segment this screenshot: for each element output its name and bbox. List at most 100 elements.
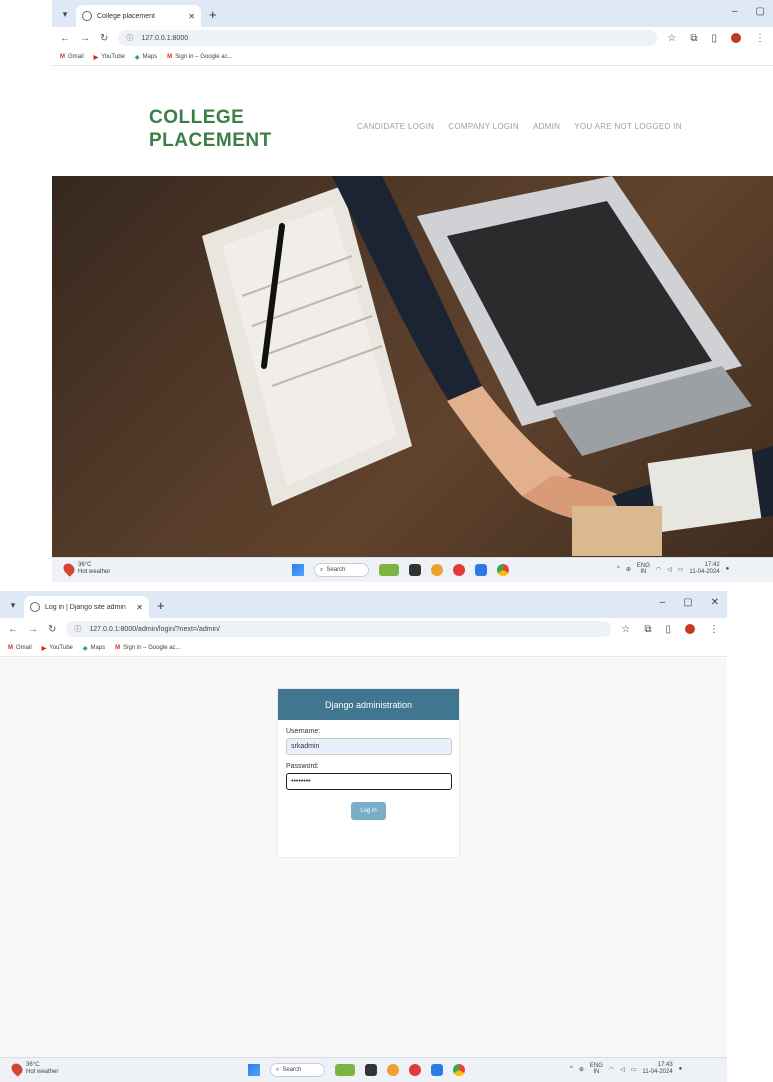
maximize-button[interactable]: ▢ bbox=[756, 6, 765, 17]
forward-icon[interactable]: → bbox=[80, 33, 90, 44]
windows-start-icon[interactable] bbox=[292, 564, 304, 576]
username-input[interactable]: srkadmin bbox=[286, 738, 452, 755]
notification-icon[interactable]: ● bbox=[726, 566, 730, 572]
weather-widget[interactable]: 36°C Hot weather bbox=[61, 561, 111, 577]
vscode-icon[interactable] bbox=[431, 1064, 443, 1076]
vscode-icon[interactable] bbox=[475, 564, 487, 576]
maximize-button[interactable]: ▢ bbox=[683, 597, 692, 608]
site-info-icon[interactable]: ⓘ bbox=[126, 33, 133, 43]
chrome-icon[interactable] bbox=[497, 564, 509, 576]
login-body: Username: srkadmin Password: •••••••• Lo… bbox=[278, 720, 459, 828]
tab-bar: ▾ College placement ✕ + – ▢ bbox=[52, 0, 773, 27]
bookmark-google-signin[interactable]: M Sign in – Google ac... bbox=[115, 645, 180, 651]
weather-widget[interactable]: 36°C Hot weather bbox=[9, 1061, 58, 1077]
url-text: 127.0.0.1:8000/admin/login/?next=/admin/ bbox=[89, 625, 220, 633]
widgets-icon[interactable] bbox=[335, 1064, 355, 1076]
site-logo[interactable]: COLLEGE PLACEMENT bbox=[149, 106, 272, 152]
close-window-button[interactable]: ✕ bbox=[711, 597, 719, 608]
sidebar-icon[interactable]: ▯ bbox=[665, 624, 671, 635]
language-indicator[interactable]: ENG IN bbox=[637, 563, 650, 575]
back-icon[interactable]: ← bbox=[60, 33, 70, 44]
bookmark-youtube[interactable]: ▶ YouTube bbox=[42, 645, 73, 652]
battery-icon[interactable]: ▭ bbox=[678, 566, 684, 573]
notification-icon[interactable]: ● bbox=[679, 1066, 683, 1072]
brand-line-1: COLLEGE bbox=[149, 107, 245, 128]
nav-candidate-login[interactable]: CANDIDATE LOGIN bbox=[357, 122, 434, 131]
app-red-icon[interactable] bbox=[453, 564, 465, 576]
chevron-up-icon[interactable]: ^ bbox=[570, 1066, 573, 1072]
close-tab-icon[interactable]: ✕ bbox=[188, 12, 195, 21]
bookmark-youtube[interactable]: ▶ YouTube bbox=[94, 54, 125, 61]
extensions-icon[interactable]: ⧉ bbox=[690, 33, 697, 44]
file-explorer-icon[interactable] bbox=[365, 1064, 377, 1076]
bookmark-google-signin[interactable]: M Sign in – Google ac... bbox=[167, 54, 232, 60]
reload-icon[interactable]: ↻ bbox=[48, 624, 56, 635]
bookmark-maps[interactable]: ◆ Maps bbox=[135, 54, 157, 61]
app-icon[interactable] bbox=[387, 1064, 399, 1076]
weather-icon bbox=[9, 1061, 25, 1077]
taskbar-search[interactable]: ⌕ Search bbox=[270, 1063, 325, 1077]
bookmark-maps[interactable]: ◆ Maps bbox=[83, 645, 105, 652]
chrome-icon[interactable] bbox=[453, 1064, 465, 1076]
extensions-icon[interactable]: ⧉ bbox=[644, 624, 651, 635]
app-icon[interactable] bbox=[431, 564, 443, 576]
windows-start-icon[interactable] bbox=[248, 1064, 260, 1076]
language-indicator[interactable]: ENG IN bbox=[590, 1063, 603, 1075]
wifi-icon[interactable]: ◠ bbox=[656, 566, 661, 573]
battery-icon[interactable]: ▭ bbox=[631, 1066, 637, 1073]
globe-icon bbox=[82, 11, 92, 21]
browser-tab[interactable]: Log in | Django site admin ✕ bbox=[24, 596, 149, 618]
browser-tab[interactable]: College placement ✕ bbox=[76, 5, 201, 27]
bookmark-star-icon[interactable]: ☆ bbox=[621, 624, 630, 635]
reload-icon[interactable]: ↻ bbox=[100, 33, 108, 44]
tray-app-icon[interactable]: ⊕ bbox=[626, 566, 631, 573]
login-button[interactable]: Log in bbox=[351, 802, 386, 820]
forward-icon[interactable]: → bbox=[28, 624, 38, 635]
wifi-icon[interactable]: ◠ bbox=[609, 1066, 614, 1073]
bookmarks-bar: M Gmail ▶ YouTube ◆ Maps M Sign in – Google … bbox=[52, 49, 773, 66]
bookmark-gmail[interactable]: M Gmail bbox=[8, 645, 32, 651]
profile-avatar[interactable] bbox=[731, 32, 741, 43]
nav-company-login[interactable]: COMPANY LOGIN bbox=[448, 122, 519, 131]
tray-app-icon[interactable]: ⊕ bbox=[579, 1066, 584, 1073]
close-tab-icon[interactable]: ✕ bbox=[136, 603, 143, 612]
bookmark-star-icon[interactable]: ☆ bbox=[667, 33, 676, 44]
clock[interactable]: 17:42 11-04-2024 bbox=[689, 562, 719, 576]
nav-login-status: YOU ARE NOT LOGGED IN bbox=[574, 122, 682, 131]
maps-icon: ◆ bbox=[82, 645, 88, 652]
nav-admin[interactable]: ADMIN bbox=[533, 122, 560, 131]
youtube-icon: ▶ bbox=[41, 645, 47, 652]
window-controls: – ▢ ✕ bbox=[660, 597, 719, 608]
taskbar: 36°C Hot weather ⌕ Search ^ ⊕ ENG IN ◠ ◁ ▭ … bbox=[0, 1057, 727, 1082]
file-explorer-icon[interactable] bbox=[409, 564, 421, 576]
site-info-icon[interactable]: ⓘ bbox=[74, 624, 81, 634]
tab-search-icon[interactable]: ▾ bbox=[6, 597, 20, 613]
chevron-up-icon[interactable]: ^ bbox=[617, 566, 620, 572]
window-controls: – ▢ bbox=[732, 6, 765, 17]
gmail-icon: M bbox=[167, 54, 173, 60]
hero-image bbox=[52, 176, 773, 557]
new-tab-button[interactable]: + bbox=[157, 598, 165, 613]
address-bar[interactable]: ⓘ 127.0.0.1:8000/admin/login/?next=/admi… bbox=[66, 621, 612, 637]
minimize-button[interactable]: – bbox=[660, 597, 666, 608]
app-red-icon[interactable] bbox=[409, 1064, 421, 1076]
password-input[interactable]: •••••••• bbox=[286, 773, 452, 790]
volume-icon[interactable]: ◁ bbox=[667, 566, 672, 573]
new-tab-button[interactable]: + bbox=[209, 7, 217, 22]
clock[interactable]: 17:43 11-04-2024 bbox=[642, 1062, 672, 1076]
menu-icon[interactable]: ⋮ bbox=[755, 33, 765, 44]
volume-icon[interactable]: ◁ bbox=[620, 1066, 625, 1073]
widgets-icon[interactable] bbox=[379, 564, 399, 576]
minimize-button[interactable]: – bbox=[732, 6, 738, 17]
address-bar[interactable]: ⓘ 127.0.0.1:8000 bbox=[118, 30, 658, 46]
sidebar-icon[interactable]: ▯ bbox=[711, 33, 717, 44]
back-icon[interactable]: ← bbox=[8, 624, 18, 635]
tab-search-icon[interactable]: ▾ bbox=[58, 6, 72, 22]
bookmark-gmail[interactable]: M Gmail bbox=[60, 54, 84, 60]
menu-icon[interactable]: ⋮ bbox=[709, 624, 719, 635]
tab-title: Log in | Django site admin bbox=[45, 603, 126, 611]
profile-avatar[interactable] bbox=[685, 623, 695, 634]
screenshot-college-home: ▾ College placement ✕ + – ▢ ← → ↻ ⓘ 127.… bbox=[52, 0, 773, 582]
taskbar-search[interactable]: ⌕ Search bbox=[314, 563, 369, 577]
weather-desc: Hot weather bbox=[78, 569, 111, 575]
